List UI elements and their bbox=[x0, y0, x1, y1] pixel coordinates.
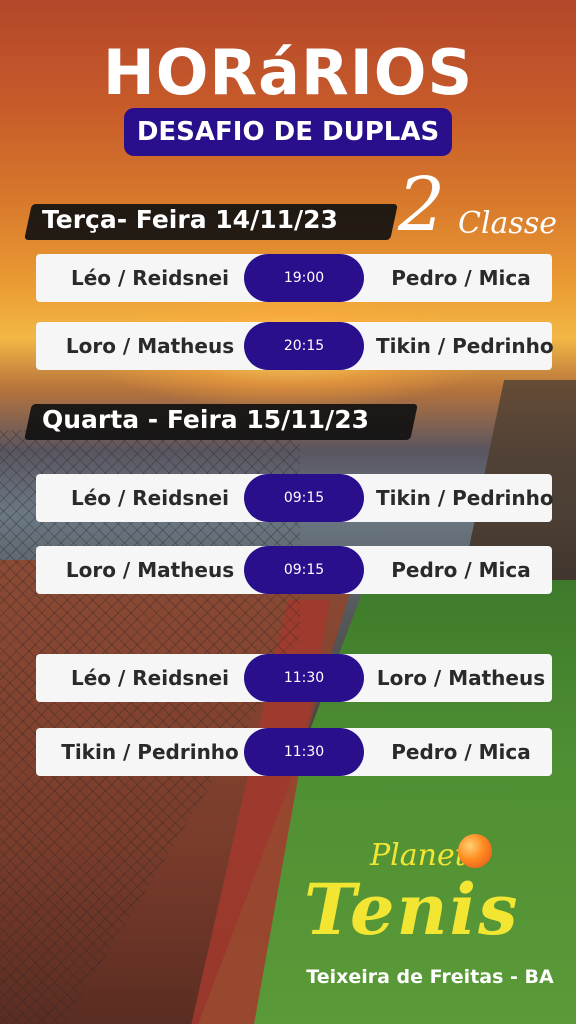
match-time: 09:15 bbox=[244, 546, 364, 594]
match-row: Léo / Reidsnei 11:30 Loro / Matheus bbox=[36, 654, 552, 702]
match-row: Loro / Matheus 20:15 Tikin / Pedrinho bbox=[36, 322, 554, 370]
match-row: Tikin / Pedrinho 11:30 Pedro / Mica bbox=[36, 728, 552, 776]
match-row: Léo / Reidsnei 09:15 Tikin / Pedrinho bbox=[36, 474, 554, 522]
team-left: Léo / Reidsnei bbox=[71, 486, 229, 510]
team-left: Tikin / Pedrinho bbox=[61, 740, 239, 764]
team-right: Tikin / Pedrinho bbox=[376, 334, 554, 358]
tennis-ball-icon bbox=[458, 834, 492, 868]
location-text: Teixeira de Freitas - BA bbox=[306, 966, 554, 988]
day-header-wednesday: Quarta - Feira 15/11/23 bbox=[38, 400, 394, 440]
day-header-tuesday: Terça- Feira 14/11/23 bbox=[38, 200, 374, 240]
match-time: 11:30 bbox=[244, 654, 364, 702]
match-time: 09:15 bbox=[244, 474, 364, 522]
team-right: Tikin / Pedrinho bbox=[376, 486, 554, 510]
match-row: Loro / Matheus 09:15 Pedro / Mica bbox=[36, 546, 552, 594]
team-right: Pedro / Mica bbox=[391, 740, 531, 764]
classe-word: Classe bbox=[458, 206, 557, 241]
match-time: 20:15 bbox=[244, 322, 364, 370]
team-right: Pedro / Mica bbox=[391, 558, 531, 582]
team-left: Loro / Matheus bbox=[65, 334, 235, 358]
match-row: Léo / Reidsnei 19:00 Pedro / Mica bbox=[36, 254, 552, 302]
page-title: HORáRIOS bbox=[102, 36, 474, 109]
team-left: Léo / Reidsnei bbox=[71, 666, 229, 690]
team-left: Léo / Reidsnei bbox=[71, 266, 229, 290]
team-left: Loro / Matheus bbox=[65, 558, 235, 582]
logo-tenis-text: Tenis bbox=[304, 868, 520, 951]
classe-number: 2 bbox=[398, 162, 446, 248]
classe-label: 2 Classe bbox=[398, 162, 557, 248]
match-time: 19:00 bbox=[244, 254, 364, 302]
planeta-tenis-logo: Planeta Tenis bbox=[300, 820, 560, 970]
team-right: Loro / Matheus bbox=[376, 666, 546, 690]
team-right: Pedro / Mica bbox=[391, 266, 531, 290]
subtitle-badge: DESAFIO DE DUPLAS bbox=[124, 108, 452, 156]
match-time: 11:30 bbox=[244, 728, 364, 776]
